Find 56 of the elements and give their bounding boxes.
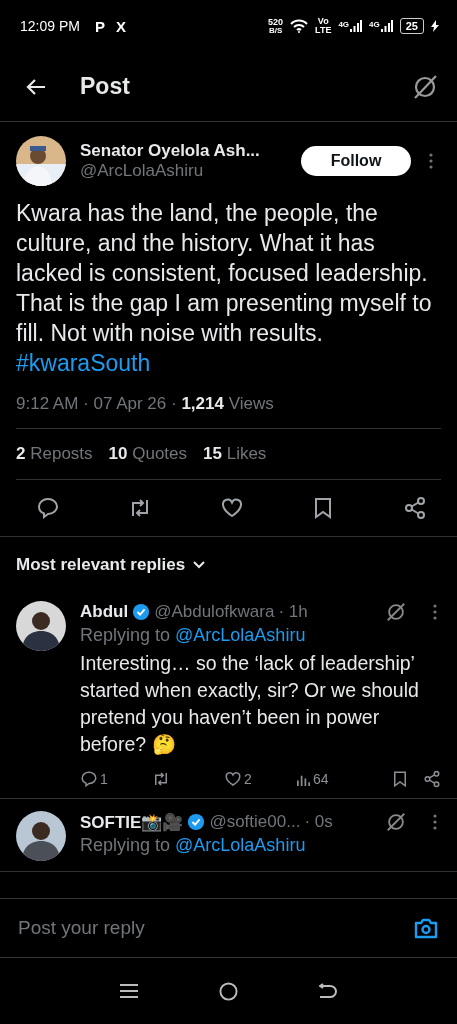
views-count: 64 <box>313 771 329 787</box>
home-circle-icon[interactable] <box>219 981 238 1001</box>
post-text: Kwara has the land, the people, the culture, and the history. What it has lacked is consistent, focused leadership. That is the gap I am presenting myself to fill. Not with noise with results. <box>16 199 433 348</box>
mention-link[interactable]: @ArcLolaAshiru <box>175 625 306 645</box>
more-options-icon[interactable] <box>433 604 437 620</box>
like-icon[interactable] <box>224 770 242 788</box>
author-handle[interactable]: @ArcLolaAshiru <box>80 161 301 181</box>
hashtag-link[interactable]: #kwaraSouth <box>16 348 151 378</box>
like-count: 2 <box>244 771 252 787</box>
bookmark-icon[interactable] <box>391 770 409 788</box>
engagement-count[interactable]: 10 Quotes <box>108 444 188 464</box>
notification-icon: P <box>94 17 105 35</box>
signal-icon <box>350 20 363 32</box>
reply-handle[interactable]: @softie00... <box>209 812 301 832</box>
notification-icon: X <box>115 17 126 35</box>
reply-input-field[interactable]: Post your reply <box>16 916 413 940</box>
reply-handle[interactable]: @Abdulofkwara <box>154 602 275 622</box>
back-icon[interactable] <box>318 983 337 999</box>
share-icon[interactable] <box>423 770 441 788</box>
reply-icon[interactable] <box>80 770 98 788</box>
more-options-icon[interactable] <box>429 153 433 169</box>
reply-count: 1 <box>100 771 108 787</box>
engagement-count[interactable]: 2 Reposts <box>16 444 93 464</box>
engagement-count[interactable]: 15 Likes <box>203 444 267 464</box>
repost-icon[interactable] <box>152 770 170 788</box>
avatar-icon[interactable] <box>16 811 66 861</box>
reply-author-name[interactable]: SOFTIE📸🎥 <box>80 811 184 833</box>
network-speed: 520 B/S <box>268 17 284 35</box>
replies-sort-label[interactable]: Most relevant replies <box>16 555 186 575</box>
replying-to-label: Replying to <box>80 835 171 855</box>
menu-icon[interactable] <box>120 983 139 999</box>
mention-link[interactable]: @ArcLolaAshiru <box>175 835 306 855</box>
reply-author-name[interactable]: Abdul <box>80 602 129 622</box>
wifi-icon <box>290 19 309 33</box>
signal-icon <box>380 20 393 32</box>
follow-button[interactable]: Follow <box>301 146 411 176</box>
volte-label: Vo LTE <box>315 17 332 35</box>
network-type: 4G <box>369 20 380 29</box>
reply-time: · 1h <box>278 602 308 622</box>
like-icon[interactable] <box>219 496 244 520</box>
battery-level: 25 <box>399 18 424 34</box>
replying-to-label: Replying to <box>80 625 171 645</box>
page-title: Post <box>80 73 130 100</box>
camera-icon[interactable] <box>413 916 439 940</box>
author-name[interactable]: Senator Oyelola Ash... <box>80 141 301 161</box>
status-time: 12:09 PM <box>20 18 80 34</box>
chevron-down-icon[interactable] <box>193 561 206 569</box>
network-type: 4G <box>338 20 350 29</box>
avatar-icon[interactable] <box>16 136 66 186</box>
reply-text: Interesting… so the ‘lack of leadership’ started when exactly, sir? Or we should pretend you haven’t been in power before? 🤔 <box>80 651 420 757</box>
post-timestamp: 9:12 AM · 07 Apr 26 · 1,214 Views <box>16 394 274 413</box>
share-icon[interactable] <box>403 496 427 520</box>
reply-time: · 0s <box>304 812 333 832</box>
reply-icon[interactable] <box>36 496 60 520</box>
avatar-icon[interactable] <box>16 601 66 651</box>
more-options-icon[interactable] <box>433 814 437 830</box>
